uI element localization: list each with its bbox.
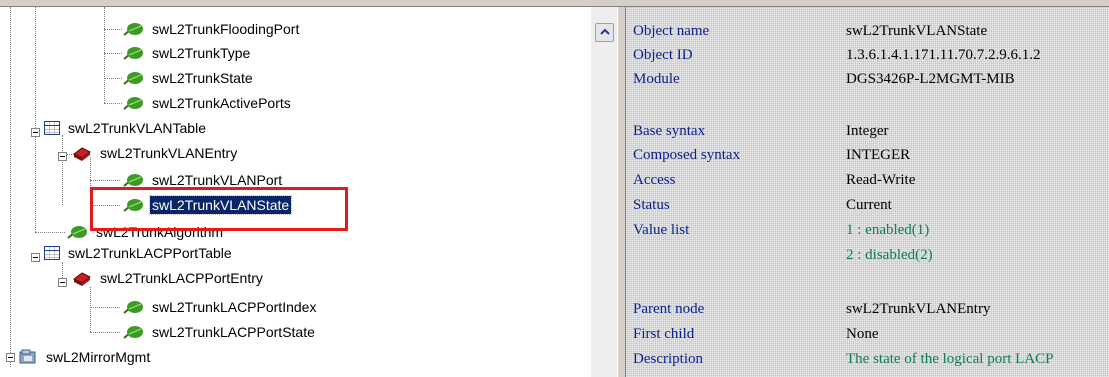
chevron-up-icon xyxy=(599,28,610,35)
tree-connector xyxy=(90,287,91,332)
leaf-icon xyxy=(123,97,143,110)
tree-node-label: swL2TrunkType xyxy=(152,45,251,61)
tree-connector xyxy=(10,7,11,367)
tree-connector xyxy=(104,103,122,104)
property-row: Module DGS3426P-L2MGMT-MIB xyxy=(626,67,1109,91)
entry-icon xyxy=(73,147,91,161)
leaf-icon xyxy=(123,326,143,339)
leaf-icon xyxy=(123,72,143,85)
tree-node[interactable]: swL2TrunkVLANEntry xyxy=(72,141,239,165)
property-row: Composed syntax INTEGER xyxy=(626,143,1109,167)
tree-node-label: swL2TrunkLACPPortEntry xyxy=(100,270,263,286)
table-icon xyxy=(44,121,60,135)
tree-connector xyxy=(104,78,122,79)
tree-node-label: swL2TrunkFloodingPort xyxy=(152,21,300,37)
property-row: Description The state of the logical por… xyxy=(626,347,1109,371)
folder-icon xyxy=(19,349,36,364)
value-list-item: 2 : disabled(2) xyxy=(846,246,933,263)
property-value: swL2TrunkVLANState xyxy=(846,22,988,39)
property-row: First child None xyxy=(626,322,1109,346)
tree-node-label: swL2TrunkActivePorts xyxy=(152,95,291,111)
window-top-border xyxy=(0,0,1109,7)
property-row: Object name swL2TrunkVLANState xyxy=(626,19,1109,43)
property-value: 1.3.6.1.4.1.171.11.70.7.2.9.6.1.2 xyxy=(846,46,1041,63)
tree-connector xyxy=(90,332,120,333)
value-list-item: 1 : enabled(1) xyxy=(846,221,930,238)
property-key: Composed syntax xyxy=(633,146,741,163)
property-value: DGS3426P-L2MGMT-MIB xyxy=(846,70,1015,87)
tree-node[interactable]: swL2TrunkLACPPortState xyxy=(122,320,317,344)
tree-node[interactable]: swL2TrunkType xyxy=(122,41,252,65)
tree-connector xyxy=(90,307,120,308)
tree-node-label: swL2TrunkState xyxy=(152,70,253,86)
property-value: INTEGER xyxy=(846,146,911,163)
property-value: None xyxy=(846,325,879,342)
property-value: Current xyxy=(846,196,892,213)
property-key: Status xyxy=(633,196,670,213)
property-key: Object name xyxy=(633,22,710,39)
property-key: Object ID xyxy=(633,46,693,63)
tree-node[interactable]: swL2TrunkState xyxy=(122,66,255,90)
property-row: 2 : disabled(2) xyxy=(626,243,1109,267)
tree-node[interactable]: swL2TrunkLACPPortEntry xyxy=(72,266,265,290)
collapse-toggle[interactable] xyxy=(31,253,40,262)
pane-splitter[interactable] xyxy=(617,7,626,377)
tree-connector xyxy=(90,180,120,181)
tree-node-label: swL2TrunkLACPPortTable xyxy=(68,245,232,261)
tree-connector xyxy=(35,232,65,233)
table-icon xyxy=(44,246,60,260)
property-key: Base syntax xyxy=(633,122,706,139)
tree-node[interactable]: swL2TrunkLACPPortIndex xyxy=(122,295,318,319)
leaf-icon xyxy=(123,47,143,60)
property-key: Module xyxy=(633,70,680,87)
property-key: Description xyxy=(633,350,703,367)
property-row: Value list 1 : enabled(1) xyxy=(626,218,1109,242)
properties-pane: Object name swL2TrunkVLANState Object ID… xyxy=(626,7,1109,377)
leaf-icon xyxy=(123,174,143,187)
property-value: swL2TrunkVLANEntry xyxy=(846,300,991,317)
property-key: First child xyxy=(633,325,695,342)
property-row: Object ID 1.3.6.1.4.1.171.11.70.7.2.9.6.… xyxy=(626,43,1109,67)
tree-node-label: swL2TrunkLACPPortIndex xyxy=(152,299,317,315)
property-value: Integer xyxy=(846,122,889,139)
collapse-toggle[interactable] xyxy=(31,128,40,137)
property-value: Read-Write xyxy=(846,171,916,188)
collapse-toggle[interactable] xyxy=(58,278,67,287)
leaf-icon xyxy=(123,301,143,314)
tree-connector xyxy=(104,53,122,54)
tree-node-label: swL2TrunkLACPPortState xyxy=(152,324,315,340)
tree-node-label: swL2MirrorMgmt xyxy=(46,349,151,365)
property-row: Status Current xyxy=(626,193,1109,217)
tree-node[interactable]: swL2TrunkLACPPortTable xyxy=(44,241,234,265)
tree-scrollbar[interactable] xyxy=(591,7,617,377)
leaf-icon xyxy=(123,23,143,36)
tree-node-label: swL2TrunkVLANEntry xyxy=(100,145,238,161)
tree-connector xyxy=(104,7,105,103)
property-value: The state of the logical port LACP xyxy=(846,350,1054,367)
tree-connector xyxy=(104,29,122,30)
scroll-up-button[interactable] xyxy=(595,23,614,42)
highlight-box xyxy=(90,187,348,231)
property-key: Access xyxy=(633,171,676,188)
property-key: Parent node xyxy=(633,300,705,317)
tree-node[interactable]: swL2TrunkVLANTable xyxy=(44,116,208,140)
tree-connector xyxy=(62,135,63,205)
collapse-toggle[interactable] xyxy=(6,353,15,362)
property-row: Access Read-Write xyxy=(626,168,1109,192)
property-key: Value list xyxy=(633,221,690,238)
property-row: Parent node swL2TrunkVLANEntry xyxy=(626,297,1109,321)
tree-node[interactable]: swL2TrunkActivePorts xyxy=(122,91,293,115)
leaf-icon xyxy=(67,226,87,239)
tree-connector xyxy=(35,7,36,232)
entry-icon xyxy=(73,272,91,286)
tree-node-label: swL2TrunkVLANTable xyxy=(68,120,206,136)
collapse-toggle[interactable] xyxy=(58,152,67,161)
tree-node[interactable]: swL2MirrorMgmt xyxy=(18,345,152,369)
tree-node[interactable]: swL2TrunkFloodingPort xyxy=(122,17,301,41)
property-row: Base syntax Integer xyxy=(626,119,1109,143)
